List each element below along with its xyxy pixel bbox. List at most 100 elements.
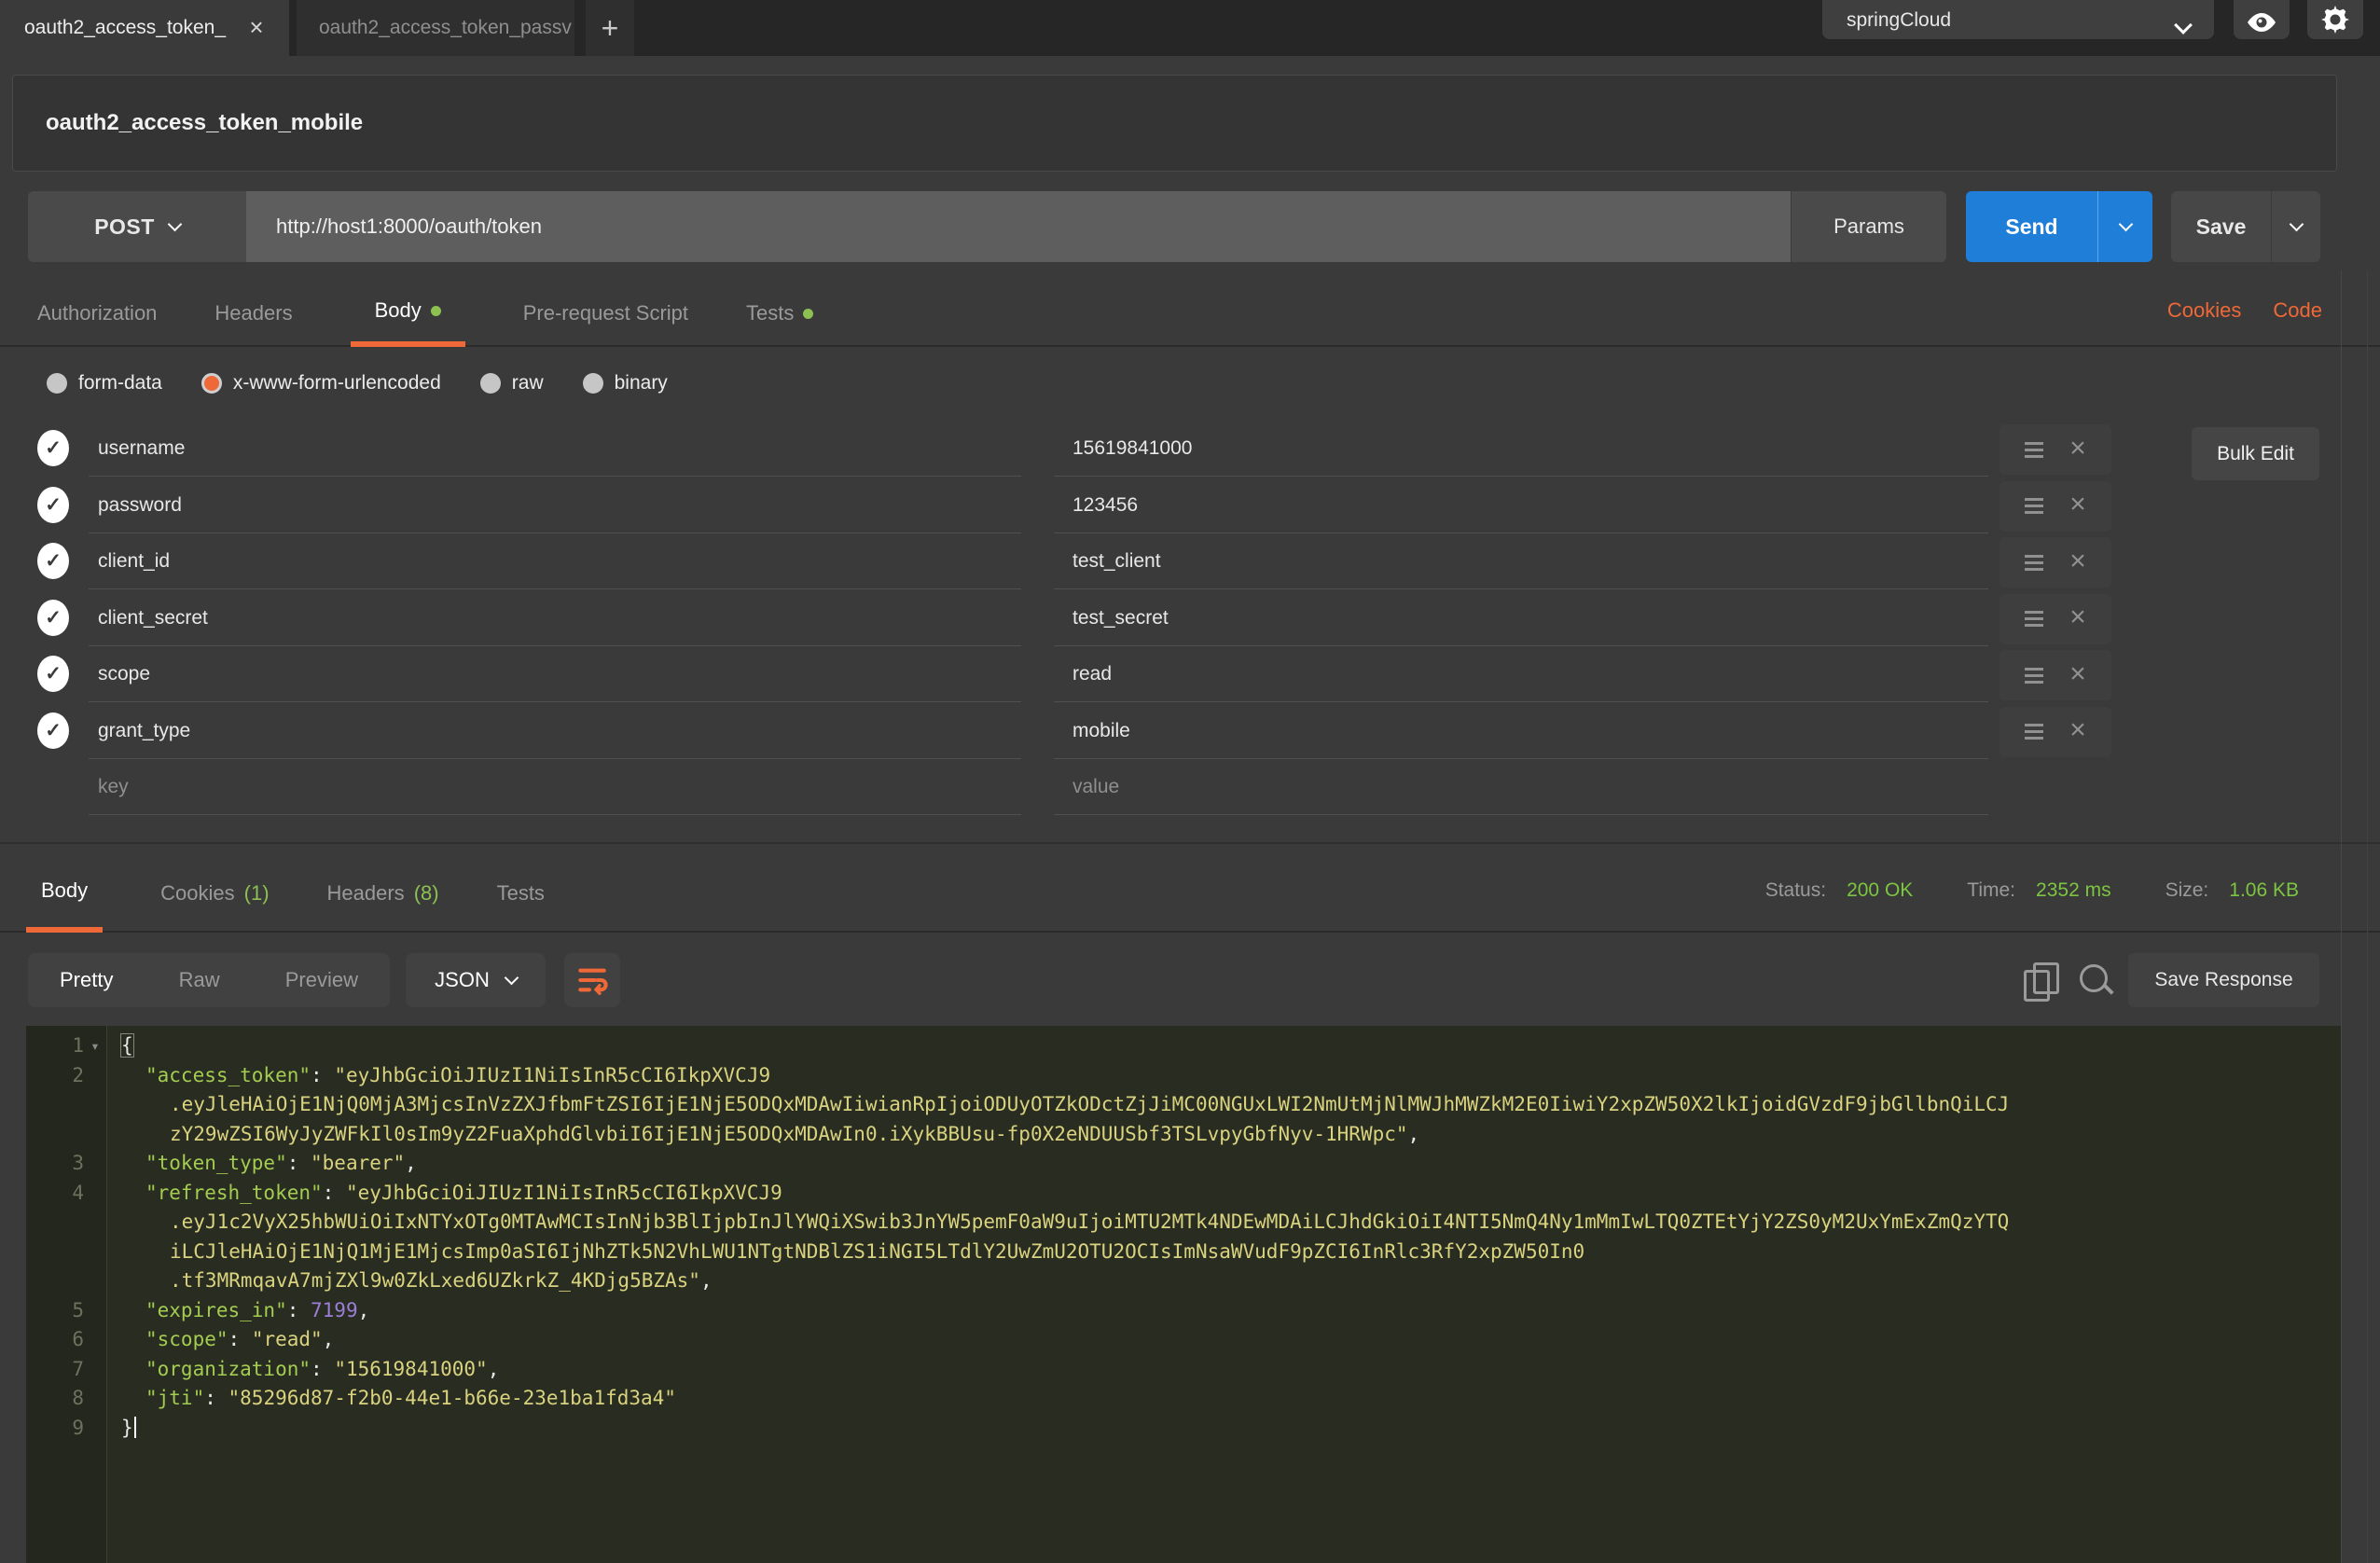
param-row: ✓ client_id test_client ×	[0, 534, 2380, 590]
window-tab-bar: oauth2_access_token_ × oauth2_access_tok…	[0, 0, 2380, 56]
param-key-input[interactable]: key	[89, 760, 1021, 815]
drag-handle-icon[interactable]	[2025, 730, 2043, 733]
remove-row-icon[interactable]: ×	[2069, 603, 2086, 631]
param-value-input[interactable]: read	[1054, 647, 1988, 702]
param-value-input[interactable]: value	[1054, 760, 1988, 815]
urlencoded-params-table: ✓ username 15619841000 × ✓ password 1234…	[0, 422, 2380, 823]
save-response-button[interactable]: Save Response	[2128, 953, 2319, 1007]
radio-raw[interactable]: raw	[480, 372, 544, 394]
request-tab-label: oauth2_access_token_passv	[319, 17, 572, 39]
search-icon	[2080, 964, 2108, 992]
save-button[interactable]: Save	[2171, 191, 2320, 262]
param-key-input[interactable]: client_secret	[89, 591, 1021, 646]
checkbox-checked-icon[interactable]: ✓	[37, 600, 69, 636]
eye-icon	[2246, 11, 2277, 34]
view-pretty[interactable]: Pretty	[60, 968, 113, 992]
param-key-input[interactable]: scope	[89, 647, 1021, 702]
cookies-link[interactable]: Cookies	[2167, 298, 2241, 323]
green-dot-icon	[803, 309, 813, 319]
response-tab-cookies[interactable]: Cookies (1)	[160, 853, 269, 933]
tab-tests[interactable]: Tests	[746, 280, 813, 347]
checkbox-checked-icon[interactable]: ✓	[37, 487, 69, 523]
headers-count: (8)	[414, 881, 439, 906]
scrollbar-track	[2341, 270, 2342, 1563]
tab-headers[interactable]: Headers	[214, 280, 292, 347]
chevron-down-icon	[2289, 216, 2304, 231]
param-value-input[interactable]: test_secret	[1054, 591, 1988, 646]
settings-button[interactable]	[2307, 0, 2363, 39]
param-row-empty: key value	[0, 760, 2380, 816]
param-row: ✓ client_secret test_secret ×	[0, 591, 2380, 647]
param-key-input[interactable]: client_id	[89, 534, 1021, 589]
chevron-down-icon	[2118, 216, 2133, 231]
checkbox-checked-icon[interactable]: ✓	[37, 712, 69, 749]
param-value-input[interactable]: 15619841000	[1054, 422, 1988, 477]
drag-handle-icon[interactable]	[2025, 674, 2043, 677]
wrap-text-button[interactable]	[564, 953, 620, 1007]
radio-x-www-form-urlencoded[interactable]: x-www-form-urlencoded	[201, 372, 441, 394]
tab-authorization[interactable]: Authorization	[37, 280, 157, 347]
code-line: 4 "refresh_token": "eyJhbGciOiJIUzI1NiIs…	[26, 1179, 2341, 1209]
remove-row-icon[interactable]: ×	[2069, 660, 2086, 688]
drag-handle-icon[interactable]	[2025, 449, 2043, 451]
row-actions: ×	[1999, 707, 2111, 757]
param-row: ✓ username 15619841000 ×	[0, 422, 2380, 477]
response-tab-headers[interactable]: Headers (8)	[327, 853, 439, 933]
response-tabs: Body Cookies (1) Headers (8) Tests Statu…	[0, 853, 2380, 933]
checkbox-checked-icon[interactable]: ✓	[37, 656, 69, 692]
bulk-edit-button[interactable]: Bulk Edit	[2192, 427, 2319, 480]
environment-select[interactable]: springCloud	[1822, 0, 2214, 39]
code-link[interactable]: Code	[2273, 298, 2322, 323]
url-input[interactable]: http://host1:8000/oauth/token	[246, 191, 1791, 262]
radio-binary[interactable]: binary	[583, 372, 668, 394]
tab-pre-request-script[interactable]: Pre-request Script	[523, 280, 688, 347]
fold-arrow-icon[interactable]: ▾	[84, 1031, 106, 1061]
request-title: oauth2_access_token_mobile	[46, 110, 363, 136]
code-line: 9 }	[26, 1414, 2341, 1444]
close-tab-icon[interactable]: ×	[242, 13, 270, 41]
send-options-button[interactable]	[2097, 191, 2152, 262]
request-tab-active[interactable]: oauth2_access_token_ ×	[0, 0, 289, 56]
scrollbar-track	[2367, 270, 2368, 1563]
chevron-down-icon	[2174, 16, 2193, 35]
cookies-count: (1)	[244, 881, 270, 906]
remove-row-icon[interactable]: ×	[2069, 547, 2086, 575]
copy-response-button[interactable]	[2024, 962, 2061, 1000]
environment-preview-button[interactable]	[2234, 0, 2290, 39]
tab-body[interactable]: Body	[351, 280, 465, 347]
new-tab-button[interactable]: +	[586, 0, 634, 56]
param-key-input[interactable]: grant_type	[89, 704, 1021, 759]
param-value-input[interactable]: 123456	[1054, 478, 1988, 533]
drag-handle-icon[interactable]	[2025, 505, 2043, 507]
param-value-input[interactable]: mobile	[1054, 704, 1988, 759]
response-tab-body[interactable]: Body	[26, 853, 103, 933]
time-label: Time:	[1967, 879, 2015, 902]
save-options-button[interactable]	[2271, 191, 2320, 262]
code-line: 2 "access_token": "eyJhbGciOiJIUzI1NiIsI…	[26, 1061, 2341, 1091]
size-label: Size:	[2166, 879, 2209, 902]
param-value-input[interactable]: test_client	[1054, 534, 1988, 589]
checkbox-checked-icon[interactable]: ✓	[37, 543, 69, 579]
search-response-button[interactable]	[2080, 964, 2117, 1002]
remove-row-icon[interactable]: ×	[2069, 716, 2086, 744]
params-button[interactable]: Params	[1791, 191, 1946, 262]
format-select[interactable]: JSON	[406, 953, 546, 1007]
response-tab-tests[interactable]: Tests	[497, 853, 545, 933]
send-label: Send	[1966, 191, 2097, 262]
view-preview[interactable]: Preview	[285, 968, 358, 992]
drag-handle-icon[interactable]	[2025, 561, 2043, 564]
checkbox-checked-icon[interactable]: ✓	[37, 430, 69, 466]
view-raw[interactable]: Raw	[179, 968, 220, 992]
request-tab-inactive[interactable]: oauth2_access_token_passv	[297, 0, 574, 56]
remove-row-icon[interactable]: ×	[2069, 435, 2086, 463]
param-key-input[interactable]: password	[89, 478, 1021, 533]
radio-form-data[interactable]: form-data	[47, 372, 162, 394]
param-key-input[interactable]: username	[89, 422, 1021, 477]
method-select[interactable]: POST	[28, 191, 246, 262]
send-button[interactable]: Send	[1966, 191, 2152, 262]
request-title-panel: oauth2_access_token_mobile	[12, 75, 2337, 172]
section-divider	[0, 842, 2380, 844]
remove-row-icon[interactable]: ×	[2069, 491, 2086, 519]
body-mode-row: form-data x-www-form-urlencoded raw bina…	[47, 364, 668, 403]
drag-handle-icon[interactable]	[2025, 617, 2043, 620]
